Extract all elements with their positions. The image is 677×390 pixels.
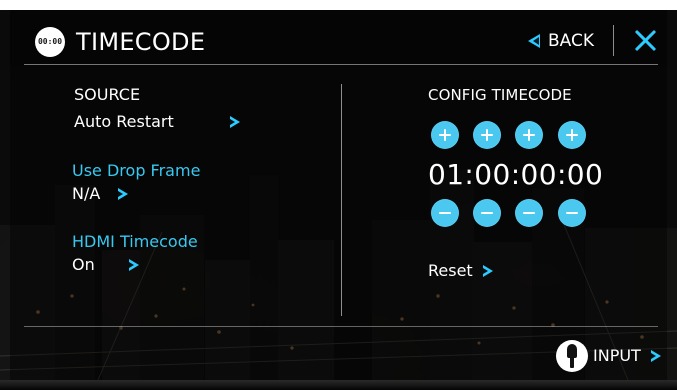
header-separator [24,64,658,65]
back-button[interactable]: BACK [528,28,594,53]
chevron-right-icon [482,265,493,277]
plug-shape [567,344,577,358]
close-icon[interactable] [632,26,660,54]
page-title: TIMECODE [76,28,206,56]
minus-icon[interactable] [515,199,543,227]
reset-label: Reset [428,261,473,280]
hdmi-timecode-selector[interactable]: On [72,255,139,275]
plus-icon[interactable] [473,121,501,149]
chevron-right-icon [229,116,240,128]
header-divider [613,25,614,56]
input-label: INPUT [593,346,641,365]
source-selector[interactable]: Auto Restart [74,112,240,132]
use-drop-frame-selector[interactable]: N/A [72,184,129,204]
config-timecode-title: CONFIG TIMECODE [428,86,572,104]
chevron-right-icon [118,188,129,200]
hdmi-timecode-value: On [72,255,95,274]
back-label: BACK [548,30,595,51]
plus-icon[interactable] [431,121,459,149]
top-bezel [0,0,677,10]
chevron-left-icon [528,33,540,48]
plug-stem [570,357,574,368]
source-value: Auto Restart [74,112,174,131]
panel-divider [341,84,342,316]
bottom-bezel [0,380,677,390]
hdmi-timecode-label: HDMI Timecode [72,232,198,251]
config-time-display: 01:00:00:00 [428,158,604,191]
use-drop-frame-label: Use Drop Frame [72,161,201,180]
source-label: SOURCE [74,85,141,104]
plus-icon[interactable] [515,121,543,149]
timecode-screen: 00:00 TIMECODE BACK SOURCE Auto Restart … [0,0,677,390]
minus-icon[interactable] [558,199,586,227]
plus-icon[interactable] [558,121,586,149]
minus-icon[interactable] [431,199,459,227]
reset-button[interactable]: Reset [428,261,493,281]
footer-separator [24,326,658,327]
minus-icon[interactable] [473,199,501,227]
timecode-badge-icon: 00:00 [35,27,65,57]
chevron-right-icon [650,350,661,362]
chevron-right-icon [128,259,139,271]
input-button[interactable]: INPUT [556,340,661,372]
use-drop-frame-value: N/A [72,184,101,203]
input-plug-icon [556,340,588,372]
